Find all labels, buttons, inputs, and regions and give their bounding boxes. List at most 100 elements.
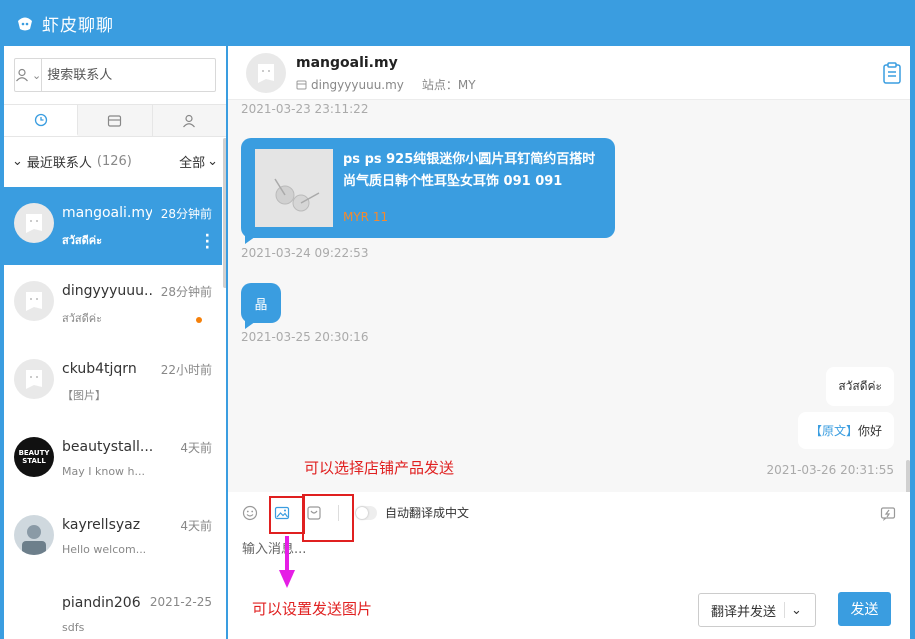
- message-timestamp: 2021-03-25 20:30:16: [241, 330, 369, 344]
- message-timestamp: 2021-03-26 20:31:55: [766, 463, 894, 477]
- avatar: [14, 515, 54, 555]
- contact-name: beautystall....: [62, 439, 152, 455]
- search-scope-dropdown[interactable]: ⌄: [15, 59, 43, 91]
- chat-contact-name: mangoali.my: [296, 55, 398, 71]
- contact-name: dingyyyuuu...: [62, 283, 152, 299]
- contact-item[interactable]: kayrellsyaz Hello welcom... 4天前: [4, 499, 222, 577]
- contact-preview: 【图片】: [62, 389, 106, 402]
- contact-preview: sdfs: [62, 621, 85, 634]
- sidebar-tabs: [4, 104, 226, 137]
- message-area: 2021-03-23 23:11:22 ps ps 925纯银迷你小圆片耳钉简约…: [228, 100, 910, 540]
- filter-label: 全部: [179, 155, 206, 171]
- contact-item[interactable]: mangoali.my สวัสดีค่ะ 28分钟前 · · ·: [4, 187, 222, 265]
- avatar: [14, 359, 54, 399]
- message-bubble: สวัสดีค่ะ: [826, 367, 894, 406]
- user-icon: [16, 68, 28, 82]
- message-text: 你好: [857, 424, 882, 438]
- contact-sidebar: ⌄ ⌄ 最近联系人 (126) 全部 ⌄: [4, 46, 226, 639]
- chat-header: mangoali.my dingyyyuuu.my 站点：MY: [228, 46, 910, 100]
- contact-preview: May I know h...: [62, 465, 146, 478]
- send-button[interactable]: 发送: [838, 592, 891, 626]
- avatar: [14, 593, 54, 633]
- avatar: BEAUTY STALL: [14, 437, 54, 477]
- chat-handle: dingyyyuuu.my: [311, 77, 404, 92]
- contact-name: mangoali.my: [62, 205, 152, 221]
- default-avatar-icon: [26, 214, 42, 233]
- shop-icon: [108, 114, 122, 127]
- annotation-arrow-icon: [279, 536, 295, 588]
- message-timestamp: 2021-03-24 09:22:53: [241, 246, 369, 260]
- product-price: MYR 11: [343, 210, 389, 224]
- tab-shops[interactable]: [78, 105, 153, 136]
- notes-icon[interactable]: [882, 62, 902, 84]
- clock-icon: [34, 113, 47, 126]
- contact-list: mangoali.my สวัสดีค่ะ 28分钟前 · · · dingyyyu…: [4, 187, 222, 639]
- contact-item[interactable]: piandin206 sdfs 2021-2-25: [4, 577, 222, 639]
- earring-image-icon: [255, 149, 333, 227]
- product-annotation: 可以选择店铺产品发送: [304, 459, 455, 477]
- contact-name: kayrellsyaz: [62, 517, 141, 533]
- message-bubble: 【原文】你好: [797, 412, 894, 449]
- image-annotation: 可以设置发送图片: [252, 600, 373, 618]
- person-icon: [183, 114, 196, 127]
- product-icon-highlight: [302, 494, 354, 542]
- search-box: ⌄: [14, 58, 218, 92]
- product-thumbnail: [255, 149, 333, 227]
- more-options-icon[interactable]: · · ·: [205, 229, 210, 255]
- contact-name: piandin206: [62, 595, 141, 611]
- product-card[interactable]: ps ps 925纯银迷你小圆片耳钉简约百搭时尚气质日韩个性耳坠女耳饰 091 …: [241, 138, 615, 238]
- contact-name: ckub4tjqrn: [62, 361, 137, 377]
- recent-count: (126): [96, 153, 132, 169]
- contact-item[interactable]: ckub4tjqrn 【图片】 22小时前: [4, 343, 222, 421]
- filter-dropdown[interactable]: 全部 ⌄: [179, 152, 218, 171]
- translate-send-button[interactable]: 翻译并发送 ⌄: [698, 593, 816, 627]
- image-icon-highlight: [269, 496, 305, 534]
- translate-send-label: 翻译并发送: [711, 604, 777, 620]
- contact-item[interactable]: BEAUTY STALL beautystall.... May I know …: [4, 421, 222, 499]
- title-bar: 虾皮聊聊: [0, 0, 915, 46]
- contact-time: 28分钟前: [160, 285, 212, 299]
- store-icon: [296, 80, 307, 90]
- recent-contacts-header[interactable]: ⌄ 最近联系人 (126) 全部 ⌄: [4, 148, 226, 174]
- contact-preview: สวัสดีค่ะ: [62, 234, 103, 247]
- contact-time: 22小时前: [160, 363, 212, 377]
- message-bubble: 晶: [241, 283, 281, 323]
- contact-preview: Hello welcom...: [62, 543, 147, 556]
- chevron-down-icon: ⌄: [12, 153, 23, 169]
- emoji-icon[interactable]: [242, 505, 258, 521]
- shopee-logo-icon: [18, 17, 32, 31]
- default-avatar-icon: [258, 64, 274, 83]
- auto-translate-label: 自动翻译成中文: [385, 506, 470, 520]
- app-title: 虾皮聊聊: [42, 15, 114, 36]
- contact-time: 4天前: [180, 441, 212, 455]
- quick-reply-icon[interactable]: [880, 506, 896, 522]
- chat-subline: dingyyyuuu.my 站点：MY: [296, 76, 476, 93]
- chat-panel: mangoali.my dingyyyuuu.my 站点：MY 2021-03-…: [228, 46, 910, 639]
- contact-time: 4天前: [180, 519, 212, 533]
- product-title: ps ps 925纯银迷你小圆片耳钉简约百搭时尚气质日韩个性耳坠女耳饰 091 …: [343, 152, 596, 189]
- unread-dot: [196, 317, 202, 323]
- contact-preview: สวัสดีค่ะ: [62, 312, 103, 325]
- sidebar-scrollbar[interactable]: [223, 138, 226, 288]
- default-avatar-icon: [26, 292, 42, 311]
- avatar: [246, 53, 286, 93]
- chat-store: 站点：MY: [421, 78, 476, 92]
- chevron-down-icon: ⌄: [207, 153, 218, 169]
- message-timestamp: 2021-03-23 23:11:22: [241, 102, 369, 116]
- tab-recent[interactable]: [4, 105, 79, 136]
- contact-time: 2021-2-25: [149, 595, 212, 609]
- tab-contacts[interactable]: [152, 105, 226, 136]
- chevron-down-icon[interactable]: ⌄: [784, 602, 802, 618]
- app-window: 虾皮聊聊 ⌄ ⌄ 最近联系人 (126) 全部: [0, 0, 915, 639]
- message-text: สวัสดีค่ะ: [838, 379, 882, 393]
- contact-item[interactable]: dingyyyuuu... สวัสดีค่ะ 28分钟前: [4, 265, 222, 343]
- message-text: 晶: [254, 297, 268, 313]
- original-tag: 【原文】: [809, 424, 858, 438]
- chevron-down-icon: ⌄: [32, 68, 42, 82]
- auto-translate-toggle[interactable]: [355, 505, 377, 520]
- default-avatar-icon: [26, 370, 42, 389]
- avatar: [14, 281, 54, 321]
- avatar: [14, 203, 54, 243]
- message-input[interactable]: [242, 542, 642, 557]
- search-input[interactable]: [42, 59, 218, 91]
